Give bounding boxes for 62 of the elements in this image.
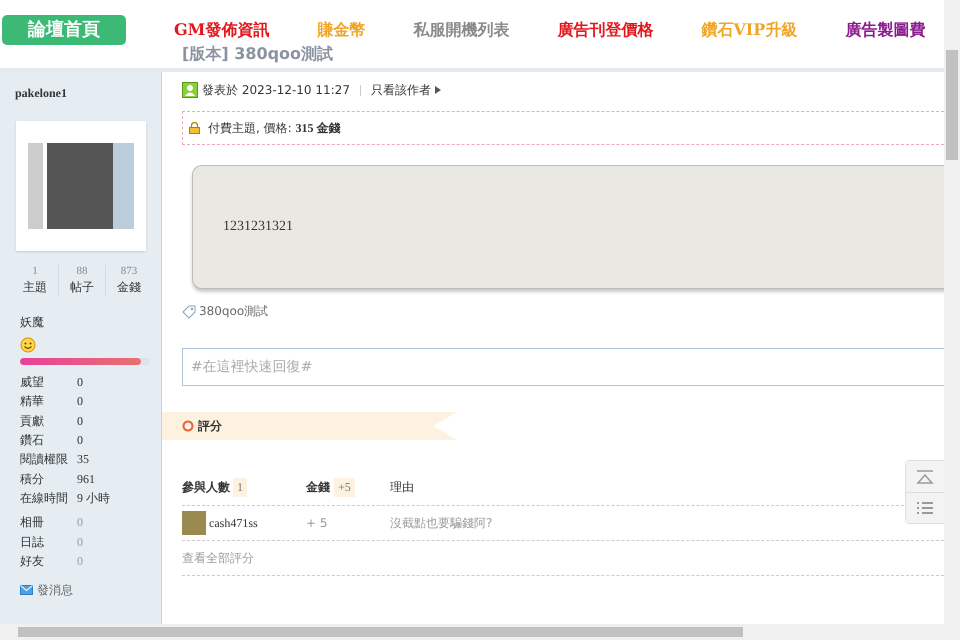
horizontal-scrollbar[interactable] xyxy=(0,624,960,640)
nav-link[interactable]: 廣告製圖費 xyxy=(845,20,926,40)
rating-title: 評分 xyxy=(198,418,222,434)
rating-reason: 沒截點也要騙錢阿? xyxy=(390,516,492,530)
info-label: 精華 xyxy=(20,393,45,410)
info-link[interactable]: 相冊 xyxy=(20,514,77,532)
rating-amount: + 5 xyxy=(306,516,328,530)
info-label: 在線時間 xyxy=(20,490,69,507)
list-button[interactable] xyxy=(906,492,944,523)
post-text: 1231231321 xyxy=(223,219,293,235)
quick-reply-field[interactable]: #在這裡快速回復# xyxy=(182,348,944,386)
info-label: 閱讀權限 xyxy=(20,451,69,468)
user-icon xyxy=(182,82,198,98)
info-value: 35 xyxy=(77,452,89,468)
rank-title: 妖魔 xyxy=(20,314,44,331)
info-value: 0 xyxy=(77,394,83,410)
stat-value[interactable]: 1 xyxy=(32,265,38,277)
count-badge: 1 xyxy=(233,478,247,497)
tag-icon xyxy=(182,304,196,318)
info-label: 鑽石 xyxy=(20,432,45,450)
info-value: 0 xyxy=(77,414,83,429)
nav-link[interactable]: 廣告刊登價格 xyxy=(557,20,654,40)
paid-notice: 付費主題, 價格: 315 金錢 xyxy=(208,120,340,136)
caret-icon xyxy=(434,86,441,94)
info-label: 積分 xyxy=(20,470,45,488)
send-message-link[interactable]: 發消息 xyxy=(37,582,73,599)
author-only-link[interactable]: 只看該作者 xyxy=(370,82,431,98)
column-header: 理由 xyxy=(390,480,414,494)
info-value: 0 xyxy=(77,554,83,569)
envelope-icon xyxy=(20,585,33,596)
stat-value[interactable]: 88 xyxy=(76,265,88,277)
count-badge: +5 xyxy=(334,478,355,497)
info-label: 貢獻 xyxy=(20,412,45,430)
info-value: 9 小時 xyxy=(77,490,110,507)
column-header: 參與人數 xyxy=(182,479,230,496)
info-value: 0 xyxy=(77,534,83,550)
ring-icon xyxy=(182,420,194,432)
nav-link[interactable]: GM發佈資訊 xyxy=(174,20,270,40)
info-link[interactable]: 好友 xyxy=(20,552,77,570)
info-link[interactable]: 日誌 xyxy=(20,534,77,551)
thread-title: [版本] 380qoo測試 xyxy=(182,44,334,65)
stat-label[interactable]: 帖子 xyxy=(70,279,94,296)
info-value: 0 xyxy=(77,433,83,448)
rater-name[interactable]: cash471ss xyxy=(209,516,258,530)
author-name[interactable]: pakelone1 xyxy=(15,86,68,101)
vertical-scrollbar[interactable] xyxy=(944,0,960,624)
info-value: 961 xyxy=(77,472,95,487)
info-value: 0 xyxy=(77,375,83,390)
up-arrow-icon xyxy=(916,470,934,484)
list-icon xyxy=(916,501,934,515)
stat-label[interactable]: 金錢 xyxy=(117,279,141,296)
nav-link[interactable]: 私服開機列表 xyxy=(413,20,510,40)
smiley-icon xyxy=(20,337,36,353)
column-header: 金錢 xyxy=(306,479,330,496)
tag-link[interactable]: 380qoo測試 xyxy=(199,303,268,320)
info-value: 0 xyxy=(77,515,83,530)
info-label: 威望 xyxy=(20,374,45,392)
stat-value[interactable]: 873 xyxy=(120,265,138,277)
avatar-placeholder xyxy=(182,511,206,535)
lock-icon xyxy=(189,122,200,134)
post-date: 發表於 2023-12-10 11:27 xyxy=(202,82,350,98)
stat-label[interactable]: 主題 xyxy=(23,279,47,296)
